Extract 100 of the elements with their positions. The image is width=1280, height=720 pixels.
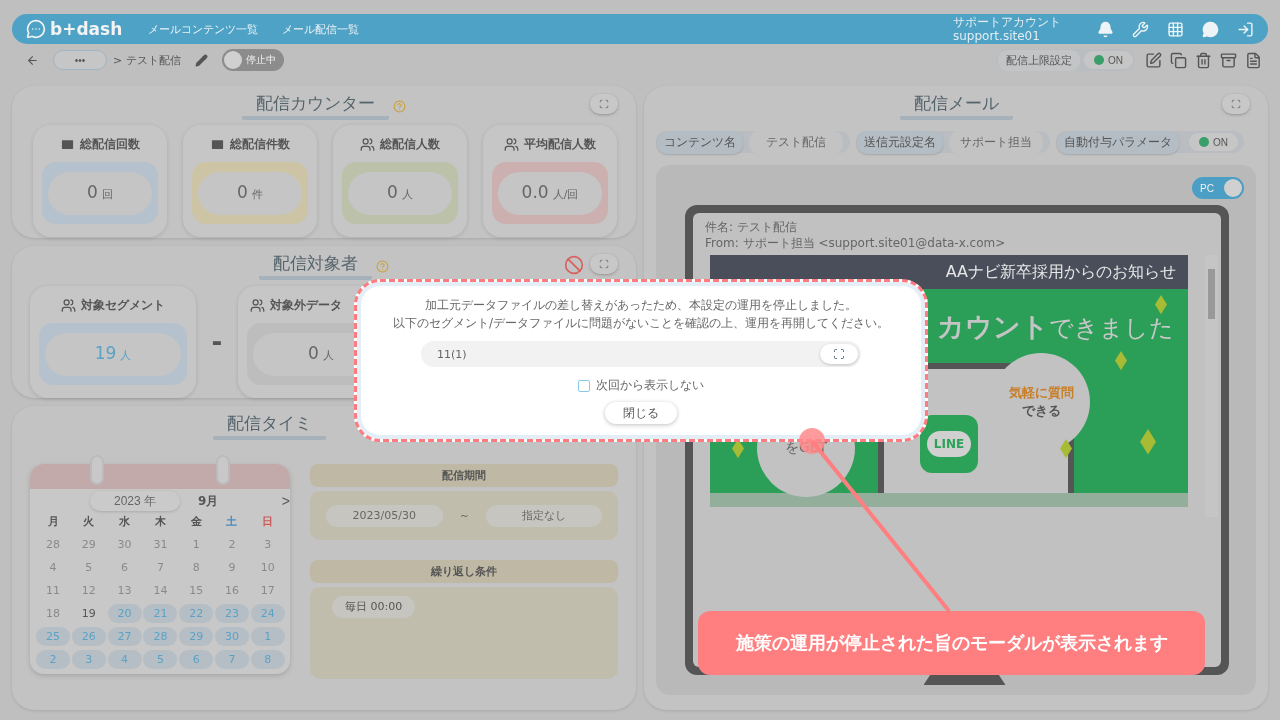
calendar-day[interactable]: 3 <box>250 535 285 554</box>
calendar-day[interactable]: 4 <box>36 558 70 577</box>
copy-icon[interactable] <box>1170 51 1187 69</box>
sparkle-icon <box>732 439 744 459</box>
limit-toggle[interactable]: ON <box>1084 51 1133 69</box>
calendar-day[interactable]: 28 <box>143 627 178 646</box>
calendar-day[interactable]: 15 <box>179 581 214 600</box>
calendar-day[interactable]: 22 <box>179 604 214 623</box>
calendar-day[interactable]: 27 <box>107 627 142 646</box>
people-icon <box>504 136 519 152</box>
calendar-day[interactable]: 7 <box>215 650 249 669</box>
scrollbar[interactable] <box>1205 255 1218 517</box>
wrench-icon[interactable] <box>1132 20 1149 38</box>
segment-name: 11(1) <box>437 347 468 361</box>
stat-label: 対象セグメント <box>81 296 165 314</box>
start-date-field[interactable]: 2023/05/30 <box>326 504 443 527</box>
close-button[interactable]: 閉じる <box>605 402 677 424</box>
account-name: サポートアカウント <box>953 15 1061 29</box>
calendar-day[interactable]: 5 <box>143 650 178 669</box>
calendar-day[interactable]: 21 <box>143 604 178 623</box>
calendar-day[interactable]: 12 <box>71 581 106 600</box>
calendar-day[interactable]: 16 <box>215 581 249 600</box>
logout-icon[interactable] <box>1237 20 1254 38</box>
notification-bell-icon[interactable] <box>1097 20 1114 38</box>
calendar-day[interactable]: 30 <box>215 627 249 646</box>
calendar-day[interactable]: 31 <box>143 535 178 554</box>
pc-view-toggle[interactable]: PC <box>1192 177 1244 199</box>
calendar-day[interactable]: 14 <box>143 581 178 600</box>
calendar-day[interactable]: 1 <box>250 627 285 646</box>
chat-bubble-icon[interactable] <box>1202 20 1219 38</box>
calendar-day[interactable]: 13 <box>107 581 142 600</box>
calendar-day[interactable]: 25 <box>36 627 70 646</box>
back-arrow-icon[interactable] <box>26 53 39 67</box>
expand-icon <box>599 99 609 109</box>
stat-value: 19 <box>94 342 117 363</box>
trash-icon[interactable] <box>1195 51 1212 69</box>
calendar-day[interactable]: 23 <box>215 604 249 623</box>
calendar-day[interactable]: 17 <box>250 581 285 600</box>
edit-pencil-icon[interactable] <box>194 53 208 67</box>
binder-ring <box>90 455 104 485</box>
calendar-day[interactable]: 30 <box>107 535 142 554</box>
checkbox-label[interactable]: 次回から表示しない <box>596 377 704 394</box>
expand-button[interactable] <box>1222 94 1250 114</box>
expand-button[interactable] <box>590 254 618 274</box>
calendar-day[interactable]: 29 <box>71 535 106 554</box>
weekday-label: 土 <box>225 514 239 530</box>
calendar-day[interactable]: 26 <box>71 627 106 646</box>
edit-icon[interactable] <box>1145 51 1162 69</box>
nav-link[interactable]: メールコンテンツ一覧 <box>148 21 259 37</box>
help-icon[interactable] <box>376 259 389 273</box>
stat-value: 0 <box>387 181 398 202</box>
calendar-day[interactable]: 8 <box>250 650 285 669</box>
calendar-day[interactable]: 2 <box>215 535 249 554</box>
stat-value: 0.0 <box>521 181 549 202</box>
calendar-day[interactable]: 6 <box>107 558 142 577</box>
calendar-day[interactable]: 29 <box>179 627 214 646</box>
mail-from: From: サポート担当 <support.site01@data-x.com> <box>705 235 1007 251</box>
calendar-day[interactable]: 7 <box>143 558 178 577</box>
checkbox[interactable] <box>578 379 590 392</box>
calendar-day[interactable]: 9 <box>215 558 249 577</box>
weekday-label: 水 <box>118 514 132 530</box>
year-selector[interactable]: 2023 年 <box>90 491 180 511</box>
next-month-button[interactable]: > <box>281 493 290 509</box>
calendar-day[interactable]: 2 <box>36 650 70 669</box>
annotation-callout: 施策の運用が停止された旨のモーダルが表示されます <box>698 611 1205 675</box>
help-icon[interactable] <box>393 99 406 113</box>
prohibited-icon[interactable] <box>564 255 584 275</box>
calendar-day[interactable]: 3 <box>71 650 106 669</box>
end-date-field[interactable]: 指定なし <box>485 504 602 527</box>
calendar-day[interactable]: 20 <box>107 604 142 623</box>
breadcrumb-current: > テスト配信 <box>113 52 181 68</box>
weekday-label: 木 <box>153 514 167 530</box>
logo-text[interactable]: b+dash <box>50 19 123 39</box>
app-grid-icon[interactable] <box>1167 20 1184 38</box>
calendar-day[interactable]: 5 <box>71 558 106 577</box>
expand-button[interactable] <box>590 94 618 114</box>
calendar-day[interactable]: 8 <box>179 558 214 577</box>
calendar-day[interactable]: 4 <box>107 650 142 669</box>
more-breadcrumb-button[interactable]: ••• <box>53 50 107 70</box>
calendar-day[interactable]: 10 <box>250 558 285 577</box>
sparkle-icon <box>1140 429 1156 455</box>
account-site: support.site01 <box>953 29 1041 43</box>
document-icon[interactable] <box>1245 51 1262 69</box>
stat-value: 0 <box>87 181 98 202</box>
calendar-day[interactable]: 28 <box>36 535 70 554</box>
calendar-day[interactable]: 11 <box>36 581 70 600</box>
expand-button[interactable] <box>820 344 858 364</box>
status-toggle[interactable]: 停止中 <box>221 49 284 71</box>
banner-headline: カウントできました <box>937 310 1174 344</box>
calendar-day[interactable]: 6 <box>179 650 214 669</box>
field-label: 自動付与パラメータ <box>1057 130 1179 154</box>
nav-link[interactable]: メール配信一覧 <box>282 21 360 37</box>
calendar-day[interactable]: 18 <box>36 604 70 623</box>
parameter-toggle[interactable]: ON <box>1189 133 1238 151</box>
archive-icon[interactable] <box>1220 51 1237 69</box>
calendar-day[interactable]: 19 <box>71 604 106 623</box>
calendar-day[interactable]: 1 <box>179 535 214 554</box>
stat-value: 0 <box>237 181 248 202</box>
calendar-day[interactable]: 24 <box>250 604 285 623</box>
sparkle-icon <box>1115 351 1127 371</box>
